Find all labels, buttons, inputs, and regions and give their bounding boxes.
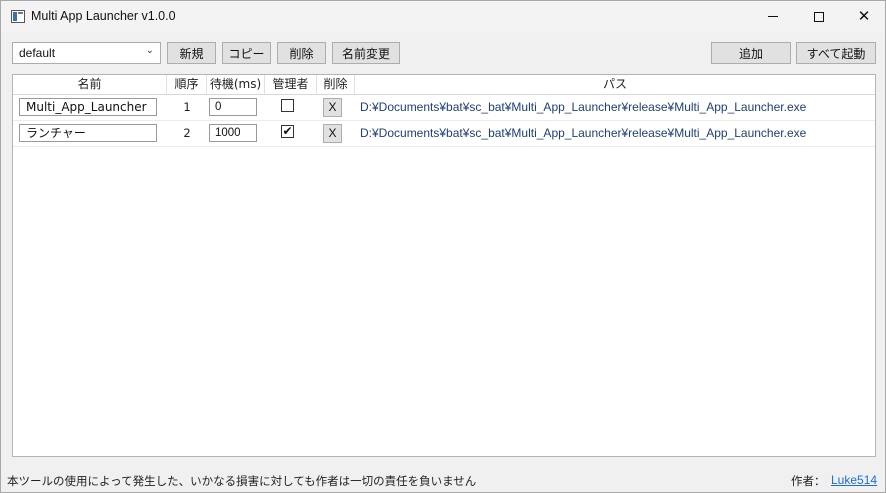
order-value: 2 xyxy=(183,126,191,140)
chevron-down-icon: ⌄ xyxy=(145,45,154,56)
checkmark-icon: ✔ xyxy=(282,124,293,138)
path-value[interactable]: D:¥Documents¥bat¥sc_bat¥Multi_App_Launch… xyxy=(360,100,806,114)
launch-all-button[interactable]: すべて起動 xyxy=(796,42,876,64)
maximize-icon xyxy=(814,11,824,22)
delete-profile-button[interactable]: 削除 xyxy=(277,42,326,64)
app-window-icon xyxy=(11,10,25,23)
table-row: Multi_App_Launcher 1 0 X D:¥Documents¥ba… xyxy=(13,95,875,121)
profile-select-value: default xyxy=(19,46,56,60)
path-value[interactable]: D:¥Documents¥bat¥sc_bat¥Multi_App_Launch… xyxy=(360,126,806,140)
admin-checkbox[interactable] xyxy=(281,99,294,112)
app-table[interactable]: 名前 順序 待機(ms) 管理者 削除 パス Multi_App_Launche… xyxy=(12,74,876,457)
app-window: Multi App Launcher v1.0.0 ✕ default ⌄ 新規… xyxy=(0,0,886,493)
delete-row-button[interactable]: X xyxy=(323,124,342,143)
profile-select[interactable]: default ⌄ xyxy=(12,42,161,64)
name-input[interactable]: ランチャー xyxy=(19,124,157,142)
author-label: 作者： xyxy=(791,474,826,488)
column-header-delete[interactable]: 削除 xyxy=(317,75,355,95)
column-header-name[interactable]: 名前 xyxy=(13,75,167,95)
column-header-path[interactable]: パス xyxy=(355,75,875,95)
new-profile-button[interactable]: 新規 xyxy=(167,42,216,64)
table-header: 名前 順序 待機(ms) 管理者 削除 パス xyxy=(13,75,875,95)
close-button[interactable]: ✕ xyxy=(841,1,886,32)
author-link[interactable]: Luke514 xyxy=(831,473,877,487)
add-app-button[interactable]: 追加 xyxy=(711,42,791,64)
rename-profile-button[interactable]: 名前変更 xyxy=(332,42,400,64)
wait-input[interactable]: 1000 xyxy=(209,124,257,142)
admin-checkbox[interactable]: ✔ xyxy=(281,125,294,138)
delete-row-button[interactable]: X xyxy=(323,98,342,117)
minimize-icon xyxy=(768,16,778,17)
column-header-admin[interactable]: 管理者 xyxy=(265,75,317,95)
close-icon: ✕ xyxy=(857,7,871,25)
column-header-wait[interactable]: 待機(ms) xyxy=(207,75,265,95)
status-bar: 本ツールの使用によって発生した、いかなる損害に対しても作者は一切の責任を負いませ… xyxy=(1,467,885,492)
title-bar[interactable]: Multi App Launcher v1.0.0 ✕ xyxy=(1,1,885,32)
window-title: Multi App Launcher v1.0.0 xyxy=(31,9,176,23)
minimize-button[interactable] xyxy=(750,1,796,32)
column-header-order[interactable]: 順序 xyxy=(167,75,207,95)
maximize-button[interactable] xyxy=(796,1,842,32)
name-input[interactable]: Multi_App_Launcher xyxy=(19,98,157,116)
copy-profile-button[interactable]: コピー xyxy=(222,42,271,64)
table-row: ランチャー 2 1000 ✔ X D:¥Documents¥bat¥sc_bat… xyxy=(13,121,875,147)
disclaimer-text: 本ツールの使用によって発生した、いかなる損害に対しても作者は一切の責任を負いませ… xyxy=(7,474,477,488)
order-value: 1 xyxy=(183,100,191,114)
wait-input[interactable]: 0 xyxy=(209,98,257,116)
